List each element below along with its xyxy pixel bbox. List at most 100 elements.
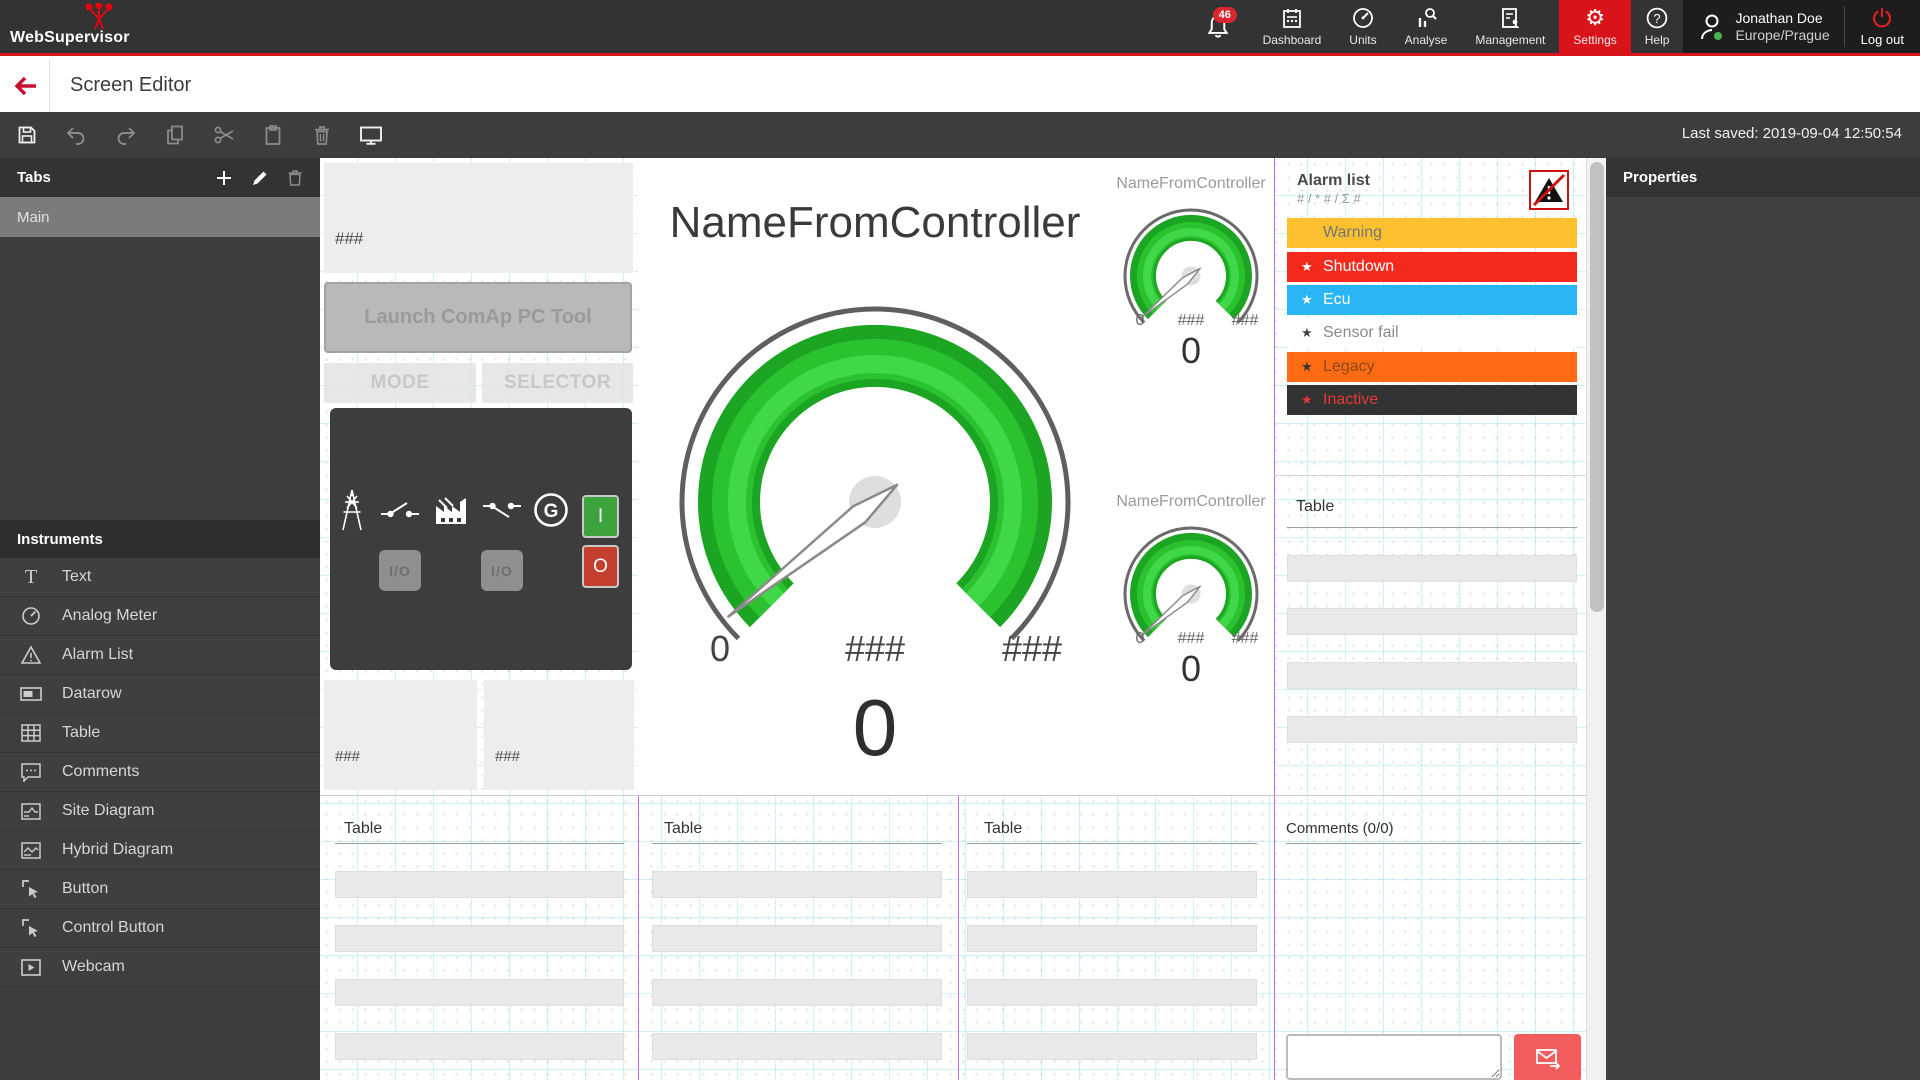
edit-tab-icon[interactable] [251, 169, 269, 187]
instrument-button[interactable]: Button [0, 870, 320, 909]
comments-title: Comments (0/0) [1286, 820, 1394, 837]
nav-item-settings[interactable]: ⚙ Settings [1559, 0, 1630, 53]
nav-label: Help [1645, 33, 1670, 47]
undo-button[interactable] [59, 119, 93, 151]
scrollbar-thumb[interactable] [1590, 162, 1604, 612]
small-gauge-max: ### [1220, 630, 1270, 648]
delete-button[interactable] [305, 119, 339, 151]
instrument-site-diagram[interactable]: Site Diagram [0, 792, 320, 831]
mode-button[interactable]: MODE [324, 363, 476, 403]
table-row[interactable] [1287, 662, 1577, 689]
instrument-label: Datarow [62, 685, 122, 703]
tabs-title: Tabs [17, 169, 51, 186]
small-gauge-1-title: NameFromController [1061, 175, 1321, 193]
table-row[interactable] [652, 871, 942, 898]
table-row[interactable] [967, 979, 1257, 1006]
alarm-row-sensor-fail[interactable]: ★Sensor fail [1287, 318, 1577, 348]
instrument-label: Analog Meter [62, 607, 157, 625]
small-gauge-2-title: NameFromController [1061, 493, 1321, 511]
instrument-control-button[interactable]: Control Button [0, 909, 320, 948]
redo-icon [114, 123, 138, 147]
redo-button[interactable] [109, 119, 143, 151]
save-button[interactable] [10, 119, 44, 151]
alarm-row-ecu[interactable]: ★Ecu [1287, 285, 1577, 315]
paste-button[interactable] [256, 119, 290, 151]
instrument-webcam[interactable]: Webcam [0, 948, 320, 987]
preview-button[interactable] [354, 119, 388, 151]
datarow-widget-1[interactable]: ### [324, 680, 477, 790]
datarow-widget-2[interactable]: ### [484, 680, 634, 790]
instrument-alarm-list[interactable]: Alarm List [0, 636, 320, 675]
back-button[interactable] [12, 72, 40, 100]
copy-button[interactable] [158, 119, 192, 151]
cut-button[interactable] [207, 119, 241, 151]
add-tab-icon[interactable] [215, 169, 233, 187]
table-row[interactable] [1287, 608, 1577, 635]
table-title: Table [344, 820, 382, 838]
alarm-label: Shutdown [1323, 258, 1394, 276]
alarm-row-warning[interactable]: Warning [1287, 218, 1577, 248]
alarm-star-icon: ★ [1301, 392, 1323, 408]
nav-item-units[interactable]: Units [1335, 0, 1390, 53]
instrument-label: Site Diagram [62, 802, 154, 820]
table-row[interactable] [967, 1033, 1257, 1060]
alarm-row-shutdown[interactable]: ★Shutdown [1287, 252, 1577, 282]
nav-label: Units [1349, 33, 1376, 47]
table-row[interactable] [335, 1033, 624, 1060]
breaker-closed-icon [482, 498, 522, 522]
alarm-row-legacy[interactable]: ★Legacy [1287, 352, 1577, 382]
table-row[interactable] [1287, 555, 1577, 582]
canvas-scrollbar[interactable] [1586, 158, 1606, 1080]
alarm-label: Warning [1323, 224, 1382, 242]
table-row[interactable] [335, 979, 624, 1006]
instrument-table[interactable]: Table [0, 714, 320, 753]
instrument-text[interactable]: T Text [0, 558, 320, 597]
io-button-1[interactable]: I/O [379, 550, 421, 591]
instrument-comments[interactable]: Comments [0, 753, 320, 792]
send-comment-button[interactable] [1514, 1034, 1581, 1080]
editor-canvas[interactable]: ### Launch ComAp PC Tool MODE SELECTOR [320, 158, 1586, 1080]
table-row[interactable] [335, 925, 624, 952]
instrument-label: Control Button [62, 919, 164, 937]
comment-bubble-icon [18, 763, 44, 782]
undo-icon [64, 123, 88, 147]
alarm-label: Ecu [1323, 291, 1351, 309]
svg-text:?: ? [1653, 11, 1660, 26]
instrument-datarow[interactable]: Datarow [0, 675, 320, 714]
table-row[interactable] [967, 871, 1257, 898]
notifications-button[interactable]: 46 [1187, 0, 1249, 53]
instrument-analog-meter[interactable]: Analog Meter [0, 597, 320, 636]
brand-mark-icon [82, 3, 116, 31]
sidebar-tab-main[interactable]: Main [0, 197, 320, 237]
table-row[interactable] [1287, 716, 1577, 743]
nav-item-analyse[interactable]: Analyse [1391, 0, 1462, 53]
nav-item-help[interactable]: ? Help [1631, 0, 1684, 53]
table-row[interactable] [652, 979, 942, 1006]
factory-icon [433, 494, 469, 526]
delete-tab-icon[interactable] [287, 169, 303, 187]
crossed-warning-triangle-icon[interactable] [1529, 170, 1569, 210]
table-divider [335, 843, 624, 844]
start-button[interactable]: I [582, 495, 619, 538]
properties-title: Properties [1623, 169, 1697, 186]
table-row[interactable] [652, 925, 942, 952]
io-button-2[interactable]: I/O [481, 550, 523, 591]
stop-button[interactable]: O [582, 545, 619, 588]
alarm-row-inactive[interactable]: ★Inactive [1287, 385, 1577, 415]
launch-pc-tool-button[interactable]: Launch ComAp PC Tool [324, 282, 632, 353]
nav-item-dashboard[interactable]: Dashboard [1249, 0, 1336, 53]
table-row[interactable] [967, 925, 1257, 952]
user-menu[interactable]: Jonathan Doe Europe/Prague [1683, 10, 1843, 44]
nav-item-management[interactable]: Management [1461, 0, 1559, 53]
preview-monitor-icon [358, 123, 384, 147]
comment-input[interactable] [1286, 1034, 1502, 1080]
app-logo[interactable]: WebSupervisor [0, 0, 150, 53]
table-row[interactable] [335, 871, 624, 898]
logout-button[interactable]: Log out [1844, 6, 1920, 47]
notification-badge: 46 [1213, 7, 1237, 23]
last-saved-text: Last saved: 2019-09-04 12:50:54 [1682, 125, 1902, 142]
site-diagram-widget[interactable]: G I O I/O I/O [330, 408, 632, 670]
table-row[interactable] [652, 1033, 942, 1060]
selector-button[interactable]: SELECTOR [482, 363, 633, 403]
instrument-hybrid-diagram[interactable]: Hybrid Diagram [0, 831, 320, 870]
